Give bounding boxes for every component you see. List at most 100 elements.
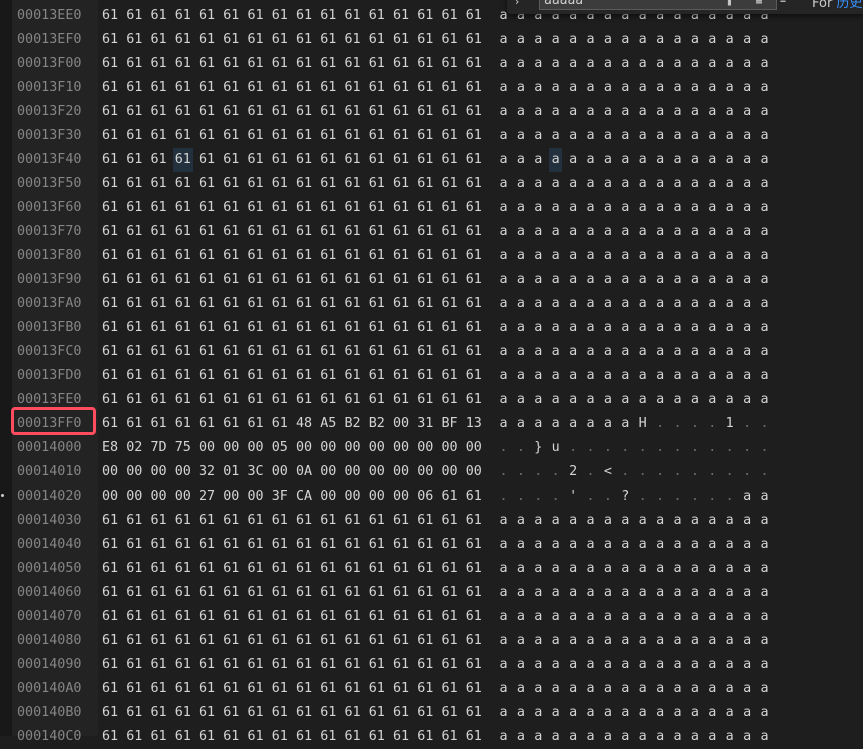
hex-byte[interactable]: 61 <box>294 581 314 605</box>
hex-byte[interactable]: 61 <box>149 76 169 100</box>
hex-byte[interactable]: 61 <box>197 533 217 557</box>
ascii-char[interactable]: a <box>741 196 754 220</box>
hex-byte[interactable]: 61 <box>391 100 411 124</box>
ascii-char[interactable]: a <box>688 653 701 677</box>
ascii-char[interactable]: a <box>601 412 614 436</box>
hex-byte[interactable]: 61 <box>149 340 169 364</box>
ascii-char[interactable]: . <box>532 460 545 484</box>
row-address[interactable]: 00013FD0 <box>17 364 82 388</box>
hex-byte[interactable]: 00 <box>318 436 338 460</box>
ascii-char[interactable]: a <box>532 605 545 629</box>
row-address[interactable]: 00014020 <box>17 485 82 509</box>
ascii-char[interactable]: a <box>706 533 719 557</box>
ascii-char[interactable]: a <box>532 701 545 725</box>
ascii-char[interactable]: . <box>723 485 736 509</box>
ascii-char[interactable]: a <box>567 677 580 701</box>
hex-byte[interactable]: 61 <box>100 148 120 172</box>
hex-byte[interactable]: 61 <box>173 196 193 220</box>
ascii-char[interactable]: a <box>723 581 736 605</box>
ascii-char[interactable]: a <box>514 605 527 629</box>
hex-byte[interactable]: 61 <box>124 76 144 100</box>
ascii-char[interactable]: a <box>706 220 719 244</box>
hex-byte[interactable]: 61 <box>100 581 120 605</box>
hex-byte[interactable]: 61 <box>391 196 411 220</box>
hex-byte[interactable]: 61 <box>270 629 290 653</box>
ascii-char[interactable]: a <box>497 533 510 557</box>
hex-byte[interactable]: 61 <box>100 316 120 340</box>
hex-byte[interactable]: 00 <box>464 436 484 460</box>
regex-icon[interactable]: ▦ <box>751 0 767 8</box>
ascii-char[interactable]: . <box>497 460 510 484</box>
ascii-char[interactable]: a <box>601 629 614 653</box>
ascii-char[interactable]: a <box>671 581 684 605</box>
hex-byte[interactable]: 61 <box>124 148 144 172</box>
hex-byte[interactable]: 00 <box>246 485 266 509</box>
ascii-char[interactable]: a <box>584 220 597 244</box>
ascii-char[interactable]: a <box>723 340 736 364</box>
ascii-char[interactable]: a <box>549 124 562 148</box>
ascii-char[interactable]: a <box>549 172 562 196</box>
ascii-char[interactable]: . <box>514 460 527 484</box>
ascii-char[interactable]: a <box>741 220 754 244</box>
hex-byte[interactable]: 61 <box>270 196 290 220</box>
hex-byte[interactable]: 61 <box>464 364 484 388</box>
hex-byte[interactable]: 61 <box>294 244 314 268</box>
hex-byte[interactable]: 61 <box>221 76 241 100</box>
ascii-char[interactable]: a <box>584 605 597 629</box>
ascii-char[interactable]: 1 <box>723 412 736 436</box>
ascii-char[interactable]: a <box>758 196 771 220</box>
hex-byte[interactable]: 61 <box>440 485 460 509</box>
hex-byte[interactable]: 61 <box>270 677 290 701</box>
hex-byte[interactable]: 61 <box>294 533 314 557</box>
ascii-char[interactable]: a <box>532 725 545 749</box>
ascii-char[interactable]: a <box>567 292 580 316</box>
hex-byte[interactable]: 61 <box>367 52 387 76</box>
hex-byte[interactable]: 61 <box>197 629 217 653</box>
hex-byte[interactable]: 61 <box>464 725 484 749</box>
hex-byte[interactable]: 61 <box>197 100 217 124</box>
ascii-char[interactable]: a <box>514 244 527 268</box>
ascii-char[interactable]: . <box>549 485 562 509</box>
hex-byte[interactable]: 61 <box>197 677 217 701</box>
hex-byte[interactable]: 61 <box>246 629 266 653</box>
ascii-char[interactable]: . <box>688 412 701 436</box>
ascii-char[interactable]: a <box>532 581 545 605</box>
row-address[interactable]: 00013F90 <box>17 268 82 292</box>
hex-byte[interactable]: 61 <box>173 581 193 605</box>
ascii-char[interactable]: a <box>688 100 701 124</box>
hex-byte[interactable]: 61 <box>270 28 290 52</box>
ascii-char[interactable]: a <box>636 124 649 148</box>
hex-byte[interactable]: 61 <box>100 172 120 196</box>
hex-byte[interactable]: 61 <box>343 4 363 28</box>
ascii-char[interactable]: a <box>567 364 580 388</box>
ascii-char[interactable]: a <box>671 605 684 629</box>
hex-byte[interactable]: 61 <box>440 581 460 605</box>
hex-byte[interactable]: 61 <box>124 292 144 316</box>
hex-byte[interactable]: 00 <box>246 436 266 460</box>
ascii-char[interactable]: a <box>497 196 510 220</box>
hex-byte[interactable]: 61 <box>440 364 460 388</box>
ascii-char[interactable]: a <box>601 364 614 388</box>
ascii-char[interactable]: a <box>758 533 771 557</box>
ascii-char[interactable]: a <box>688 28 701 52</box>
hex-byte[interactable]: 61 <box>270 268 290 292</box>
ascii-char[interactable]: a <box>671 268 684 292</box>
hex-byte[interactable]: 00 <box>440 460 460 484</box>
hex-byte[interactable]: 61 <box>440 220 460 244</box>
ascii-char[interactable]: a <box>601 316 614 340</box>
ascii-char[interactable]: a <box>723 124 736 148</box>
ascii-char[interactable]: a <box>741 76 754 100</box>
hex-byte[interactable]: 61 <box>415 124 435 148</box>
hex-byte[interactable]: 3C <box>246 460 266 484</box>
ascii-char[interactable]: a <box>497 653 510 677</box>
hex-byte[interactable]: 61 <box>246 76 266 100</box>
ascii-char[interactable]: a <box>723 533 736 557</box>
ascii-char[interactable]: a <box>758 28 771 52</box>
ascii-char[interactable]: a <box>723 557 736 581</box>
hex-byte[interactable]: 61 <box>173 557 193 581</box>
hex-byte[interactable]: 13 <box>464 412 484 436</box>
ascii-char[interactable]: a <box>671 316 684 340</box>
ascii-char[interactable]: a <box>567 52 580 76</box>
ascii-char[interactable]: a <box>758 557 771 581</box>
ascii-char[interactable]: a <box>671 148 684 172</box>
